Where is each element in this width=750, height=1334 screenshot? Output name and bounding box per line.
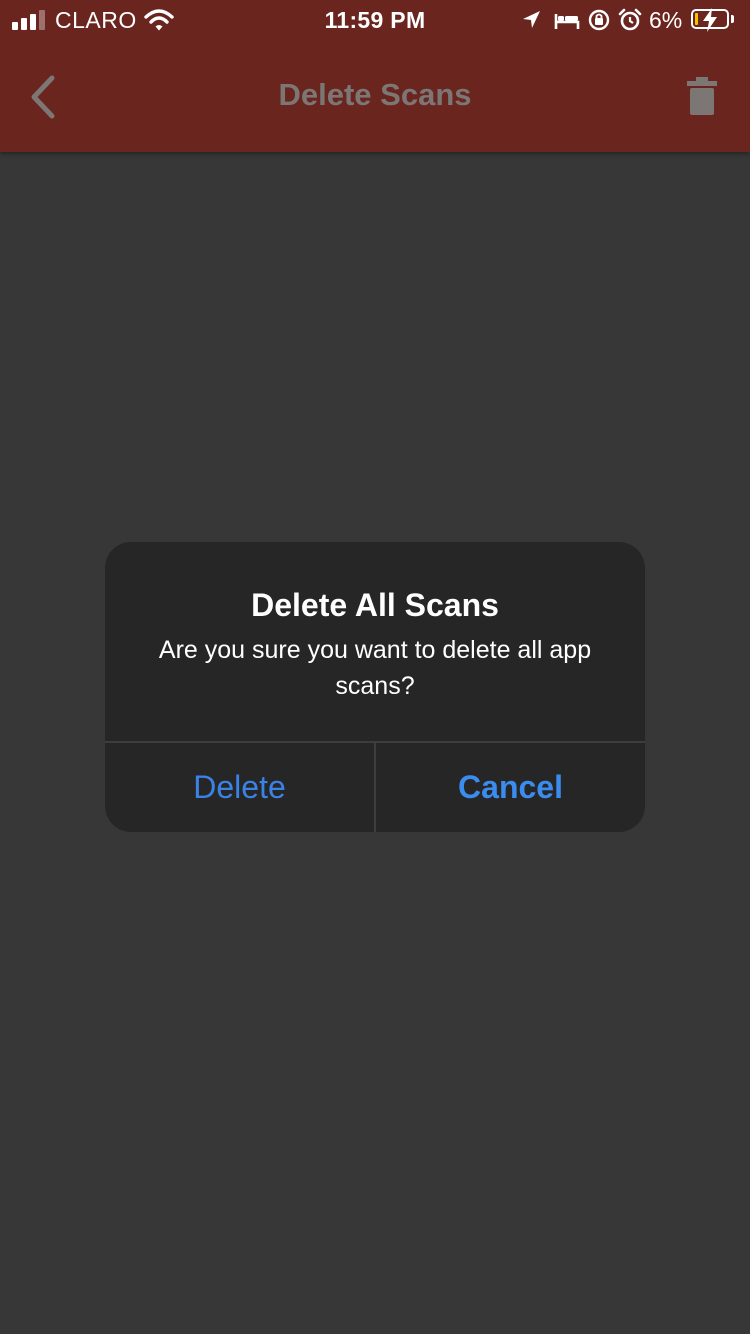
page-title: Delete Scans [278, 77, 472, 112]
cancel-button[interactable]: Cancel [376, 743, 645, 832]
delete-button[interactable]: Delete [105, 743, 374, 832]
trash-icon[interactable] [682, 74, 722, 118]
dialog-message: Are you sure you want to delete all app … [158, 636, 592, 700]
location-arrow-icon [523, 11, 540, 28]
status-bar: CLARO 11:59 PM 6% [0, 0, 750, 40]
charging-bolt-icon [703, 8, 717, 32]
battery-level-fill [695, 13, 698, 25]
bed-icon [554, 14, 580, 29]
dialog-title: Delete All Scans [251, 587, 499, 623]
app-header: CLARO 11:59 PM 6% Delete Scans [0, 0, 750, 152]
alarm-icon [618, 8, 642, 31]
battery-percent: 6% [649, 7, 683, 33]
orientation-lock-icon [588, 9, 610, 31]
delete-all-dialog: Delete All Scans Are you sure you want t… [105, 542, 645, 832]
battery-tip [731, 15, 734, 23]
